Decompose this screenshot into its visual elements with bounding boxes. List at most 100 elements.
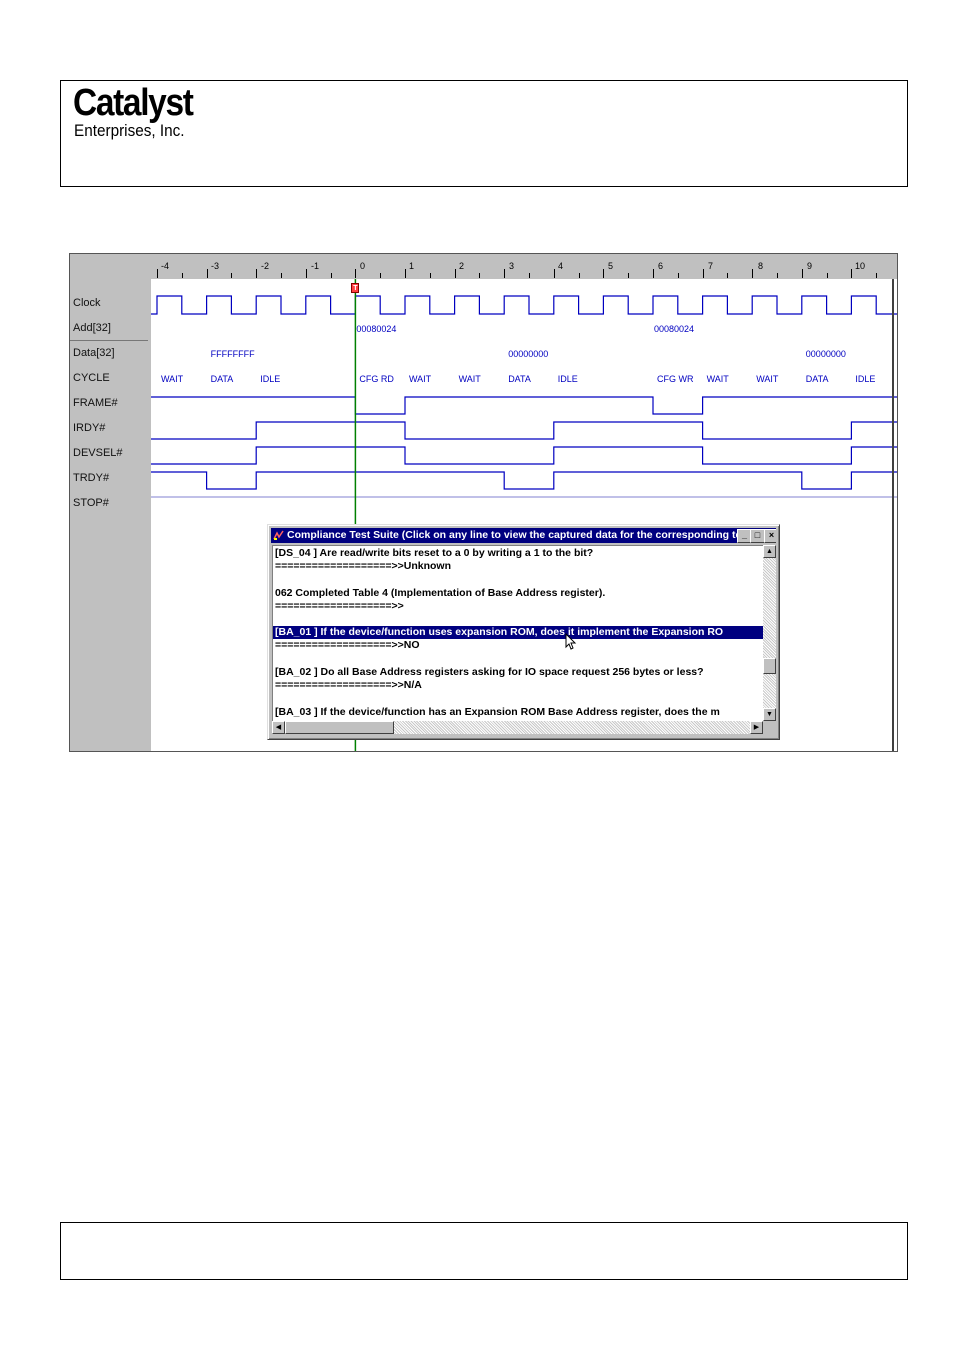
list-item[interactable]: ===================>>NO [275,639,420,652]
cycle-label: DATA [211,374,234,384]
data-value: FFFFFFFF [211,349,255,359]
ruler-tick [206,269,208,278]
signal-label-add[interactable]: Add[32] [73,322,111,334]
ruler-tick-label: 1 [409,261,415,271]
ruler-tick [677,273,679,278]
ruler-tick [157,269,158,278]
ruler-tick-label: 3 [509,261,515,271]
scroll-up-button[interactable]: ▲ [763,545,776,558]
list-item-selected[interactable]: [BA_01 ] If the device/function uses exp… [273,626,764,639]
data-value: 00000000 [508,349,548,359]
signal-label-cycle[interactable]: CYCLE [73,372,110,384]
ruler-tick [653,269,654,278]
trdy-wave [151,471,897,490]
ruler-tick-label: -4 [161,261,170,271]
ruler-tick [801,269,803,278]
ruler-tick [429,273,431,278]
ruler-tick-label: -2 [261,261,270,271]
dialog-titlebar[interactable]: Compliance Test Suite (Click on any line… [271,528,776,543]
scroll-left-button[interactable]: ◀ [272,721,285,734]
ruler-tick [355,269,357,278]
ruler-tick [702,269,704,278]
cycle-label: WAIT [459,374,482,384]
ruler-tick [330,273,332,278]
company-logo: Catalyst [73,82,194,124]
ruler-tick [826,273,828,278]
cycle-label: IDLE [558,374,578,384]
ruler-tick [727,273,729,278]
signal-label-devsel[interactable]: DEVSEL# [73,447,123,459]
clock-wave [151,295,897,315]
horizontal-scroll-thumb[interactable] [285,721,394,734]
cycle-label: DATA [508,374,531,384]
close-button[interactable]: × [764,529,776,543]
cycle-label: WAIT [161,374,184,384]
ruler-tick-label: -1 [311,261,320,271]
list-item[interactable]: [BA_02 ] Do all Base Address registers a… [275,666,704,679]
cycle-label: WAIT [409,374,432,384]
ruler-tick [305,269,307,278]
signal-name-panel: Clock Add[32] Data[32] CYCLE FRAME# IRDY… [70,279,151,751]
cycle-label: WAIT [707,374,730,384]
test-results-list[interactable]: [DS_04 ] Are read/write bits reset to a … [272,545,765,723]
ruler-tick [851,269,853,278]
list-item[interactable]: [DS_04 ] Are read/write bits reset to a … [275,547,593,560]
cycle-label: CFG RD [359,374,394,384]
list-item[interactable]: [BA_03 ] If the device/function has an E… [275,706,720,719]
signal-label-frame[interactable]: FRAME# [73,397,118,409]
scroll-right-button[interactable]: ▶ [750,721,763,734]
ruler-tick [504,269,506,278]
ruler-tick-label: 2 [459,261,465,271]
time-ruler [70,254,897,279]
vertical-scrollbar[interactable]: ▲ ▼ [763,545,776,721]
ruler-tick [405,269,406,278]
ruler-tick-label: -3 [211,261,220,271]
compliance-test-dialog: Compliance Test Suite (Click on any line… [267,524,780,740]
list-item[interactable]: ===================>>N/A [275,679,422,692]
ruler-tick-label: 4 [558,261,564,271]
list-item[interactable]: ===================>> [275,600,404,613]
company-logo-subtitle: Enterprises, Inc. [74,121,185,140]
devsel-wave [151,446,897,465]
signal-label-data[interactable]: Data[32] [73,347,115,359]
maximize-button[interactable]: □ [750,529,765,543]
ruler-tick [603,269,605,278]
signal-separator [70,340,148,341]
horizontal-scrollbar[interactable]: ◀ ▶ [272,721,763,734]
cycle-label: IDLE [855,374,875,384]
list-item[interactable]: 062 Completed Table 4 (Implementation of… [275,587,605,600]
ruler-tick [529,273,530,278]
ruler-tick-label: 5 [608,261,614,271]
cycle-label: IDLE [260,374,280,384]
header-box: Catalyst Enterprises, Inc. [60,80,908,187]
signal-label-clock[interactable]: Clock [73,297,101,309]
vertical-scroll-thumb[interactable] [763,658,776,674]
dialog-title: Compliance Test Suite (Click on any line… [287,529,755,541]
signal-label-trdy[interactable]: TRDY# [73,472,109,484]
ruler-tick-label: 8 [758,261,764,271]
ruler-tick-label: 10 [855,261,866,271]
trigger-marker[interactable]: T [351,283,360,293]
cycle-label: WAIT [756,374,779,384]
ruler-tick [281,273,282,278]
ruler-tick [777,273,778,278]
ruler-tick [380,273,382,278]
ruler-tick [479,273,481,278]
list-item[interactable]: ===================>>Unknown [275,560,451,573]
ruler-tick-label: 6 [658,261,664,271]
signal-label-stop[interactable]: STOP# [73,497,109,509]
cycle-label: DATA [806,374,829,384]
ruler-tick [628,273,630,278]
cycle-label: CFG WR [657,374,694,384]
ruler-tick-label: 7 [708,261,714,271]
ruler-tick [181,273,183,278]
ruler-tick-label: 0 [360,261,366,271]
ruler-tick [876,273,878,278]
signal-label-irdy[interactable]: IRDY# [73,422,105,434]
address-value: 00080024 [356,324,396,334]
size-grip[interactable] [763,721,776,734]
scroll-down-button[interactable]: ▼ [763,708,776,721]
ruler-tick [578,273,580,278]
ruler-tick [231,273,233,278]
address-value: 00080024 [654,324,694,334]
